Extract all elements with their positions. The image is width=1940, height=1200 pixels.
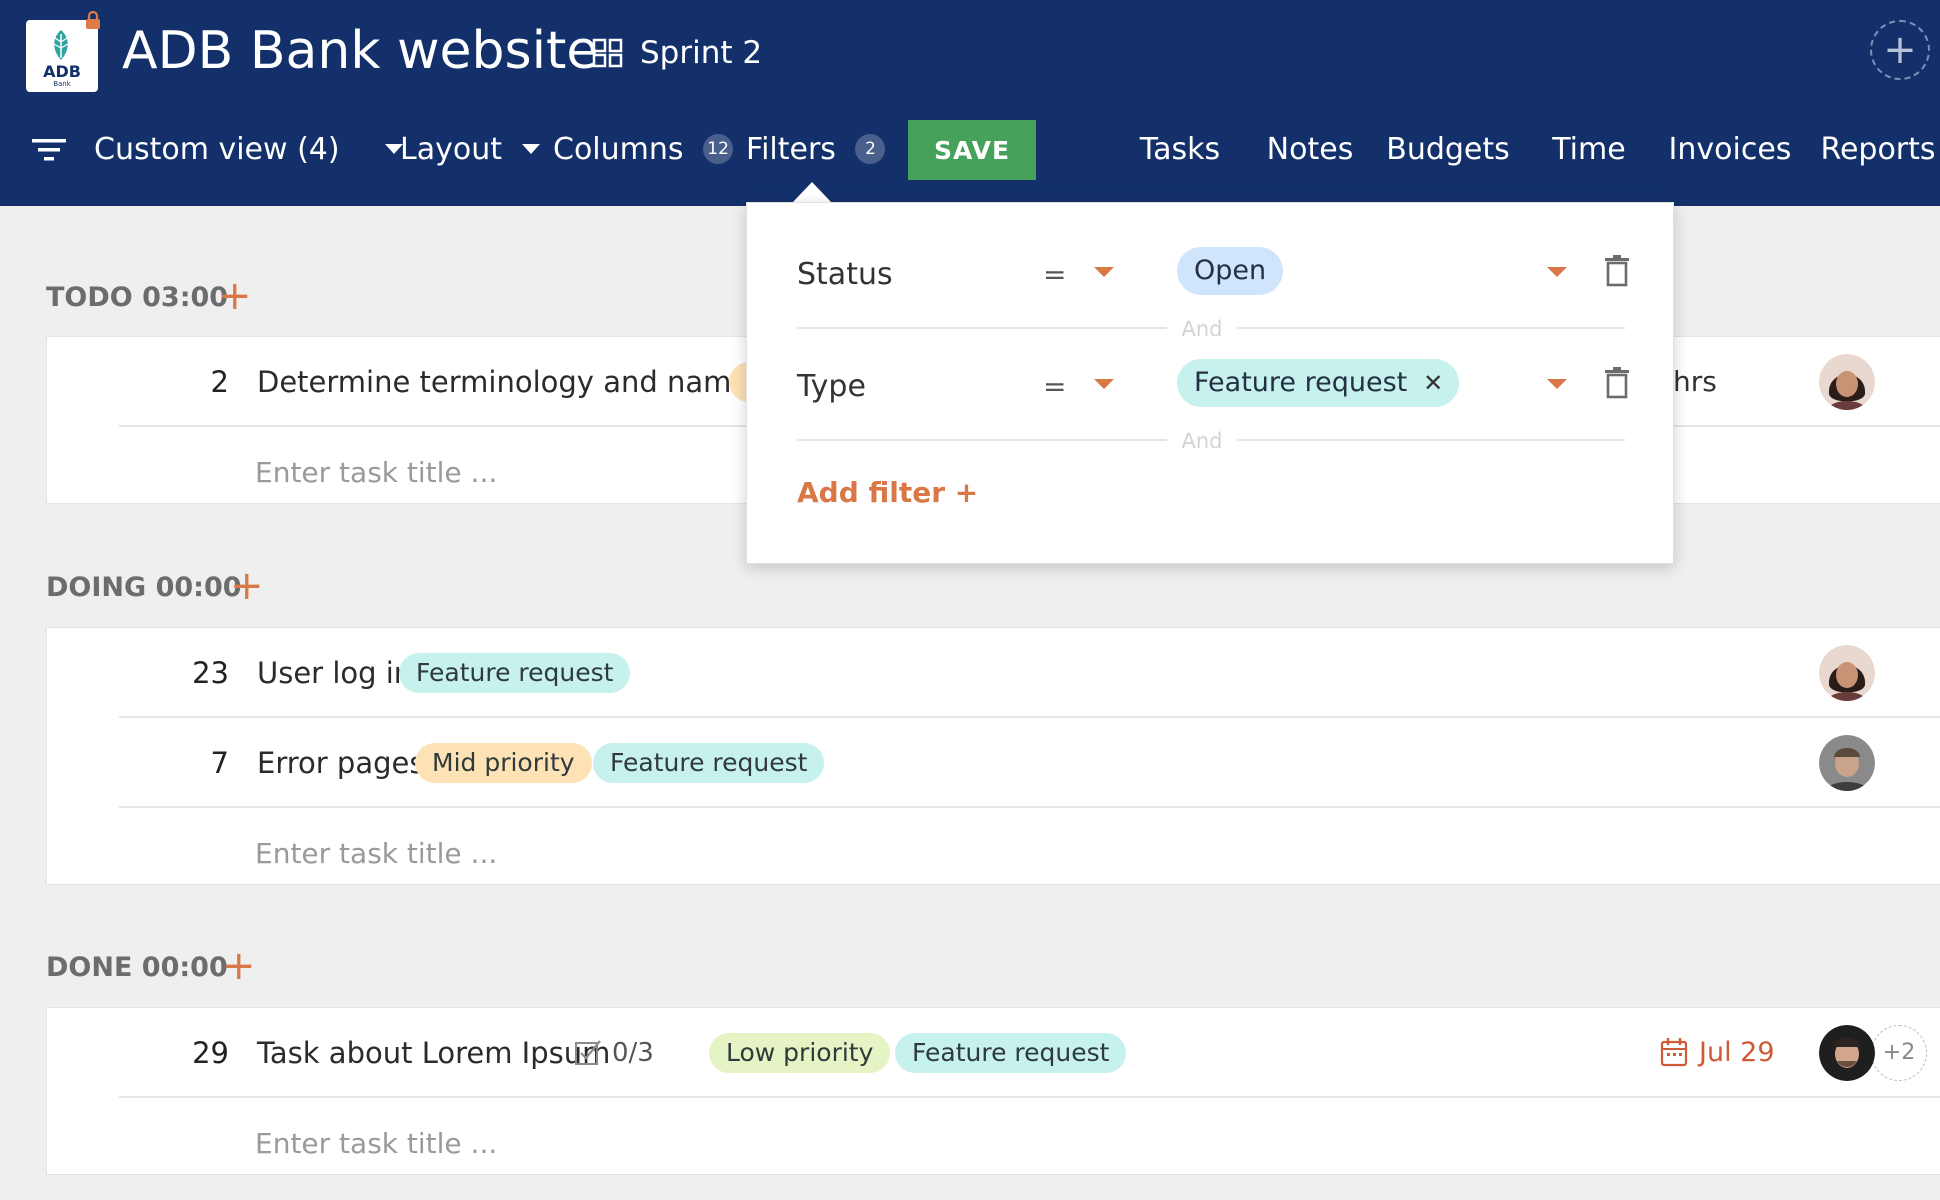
task-row[interactable]: 23 User log in Feature request (119, 628, 1940, 718)
layout-label: Layout (400, 132, 502, 167)
tab-reports[interactable]: Reports (1820, 120, 1936, 206)
columns-label: Columns (553, 132, 684, 167)
type-tag: Feature request (895, 1033, 1127, 1073)
filter-value-label: Feature request (1194, 367, 1408, 398)
tab-tasks[interactable]: Tasks (1116, 120, 1244, 206)
task-hours: hrs (1673, 365, 1717, 398)
task-title[interactable]: User log in (257, 628, 412, 718)
save-view-button[interactable]: SAVE (908, 120, 1036, 180)
trash-icon[interactable] (1605, 367, 1629, 399)
type-tag: Feature request (593, 743, 825, 783)
app-header: ADB Bank ADB Bank website Sprint 2 + Cus… (0, 0, 1940, 206)
filters-count-badge: 2 (855, 133, 886, 164)
filter-operator: = (1043, 370, 1067, 403)
operator-dropdown-icon[interactable] (1094, 379, 1114, 389)
columns-count-badge: 12 (703, 133, 734, 164)
leaf-logo-icon (53, 30, 69, 60)
filter-popover: Status = Open And Type = Feature request… (746, 202, 1674, 564)
task-list-doing: 23 User log in Feature request 7 Error p… (46, 627, 1940, 885)
type-tag: Feature request (399, 653, 631, 693)
chevron-down-icon (521, 143, 540, 154)
value-dropdown-icon[interactable] (1547, 379, 1567, 389)
filter-value-pill[interactable]: Feature request ✕ (1177, 359, 1460, 407)
logo-text: ADB (43, 62, 81, 81)
calendar-icon (1660, 1038, 1688, 1067)
layout-dropdown[interactable]: Layout (400, 120, 540, 180)
task-number: 29 (192, 1036, 229, 1070)
task-title[interactable]: Task about Lorem Ipsum (257, 1008, 610, 1098)
tab-notes[interactable]: Notes (1258, 120, 1362, 206)
task-number: 7 (210, 746, 229, 780)
tab-invoices[interactable]: Invoices (1668, 120, 1792, 206)
checklist-icon (575, 1040, 601, 1065)
columns-button[interactable]: Columns 12 (553, 120, 734, 180)
task-row[interactable]: 29 Task about Lorem Ipsum 0/3 Low priori… (119, 1008, 1940, 1098)
task-number: 23 (192, 656, 229, 690)
filter-field-type[interactable]: Type (797, 367, 866, 407)
sprint-selector[interactable]: Sprint 2 (640, 32, 762, 74)
assignee-avatar[interactable] (1819, 735, 1875, 791)
filters-button[interactable]: Filters 2 (746, 120, 886, 180)
popover-arrow (792, 182, 832, 203)
close-icon[interactable]: ✕ (1423, 359, 1443, 407)
custom-view-dropdown[interactable]: Custom view (4) (94, 120, 404, 180)
and-label: And (1167, 317, 1237, 341)
task-title[interactable]: Error pages (257, 718, 424, 808)
new-task-row (119, 808, 1940, 898)
section-title-doing: DOING 00:00 (46, 572, 242, 603)
tab-time[interactable]: Time (1544, 120, 1634, 206)
filter-field-status[interactable]: Status (797, 255, 893, 295)
board-grid-icon (592, 38, 623, 68)
section-title-done: DONE 00:00 (46, 952, 228, 983)
lock-icon (86, 10, 100, 29)
due-date[interactable]: Jul 29 (1699, 1008, 1775, 1098)
section-title-todo: TODO 03:00 (46, 282, 229, 313)
filter-operator: = (1043, 258, 1067, 291)
new-task-row (119, 1098, 1940, 1188)
new-task-input[interactable] (255, 826, 1055, 880)
assignee-avatar[interactable] (1819, 645, 1875, 701)
task-number: 2 (210, 365, 229, 399)
custom-view-label: Custom view (4) (94, 132, 340, 167)
add-filter-button[interactable]: Add filter + (797, 473, 978, 513)
assignee-avatar[interactable] (1819, 1025, 1875, 1081)
task-row[interactable]: 7 Error pages Mid priority Feature reque… (119, 718, 1940, 808)
priority-tag: Mid priority (415, 743, 592, 783)
trash-icon[interactable] (1605, 255, 1629, 287)
add-task-doing-button[interactable]: + (230, 566, 264, 606)
task-list-done: 29 Task about Lorem Ipsum 0/3 Low priori… (46, 1007, 1940, 1175)
and-label: And (1167, 429, 1237, 453)
project-title: ADB Bank website (122, 21, 599, 81)
checklist-progress: 0/3 (612, 1038, 654, 1068)
add-task-todo-button[interactable]: + (218, 276, 252, 316)
add-project-button[interactable]: + (1870, 20, 1930, 80)
value-dropdown-icon[interactable] (1547, 267, 1567, 277)
filter-value-pill[interactable]: Open (1177, 247, 1284, 295)
priority-tag: Low priority (709, 1033, 891, 1073)
logo-subtext: Bank (53, 80, 71, 88)
operator-dropdown-icon[interactable] (1094, 267, 1114, 277)
tab-budgets[interactable]: Budgets (1386, 120, 1510, 206)
filters-label: Filters (746, 132, 836, 167)
plus-icon: + (1883, 27, 1917, 73)
project-logo[interactable]: ADB Bank (26, 20, 98, 92)
new-task-input[interactable] (255, 1116, 1055, 1170)
filter-lines-icon[interactable] (32, 136, 66, 164)
task-title[interactable]: Determine terminology and names (257, 337, 764, 427)
assignee-avatar[interactable] (1819, 354, 1875, 410)
more-assignees-badge[interactable]: +2 (1871, 1025, 1927, 1081)
add-task-done-button[interactable]: + (222, 946, 256, 986)
